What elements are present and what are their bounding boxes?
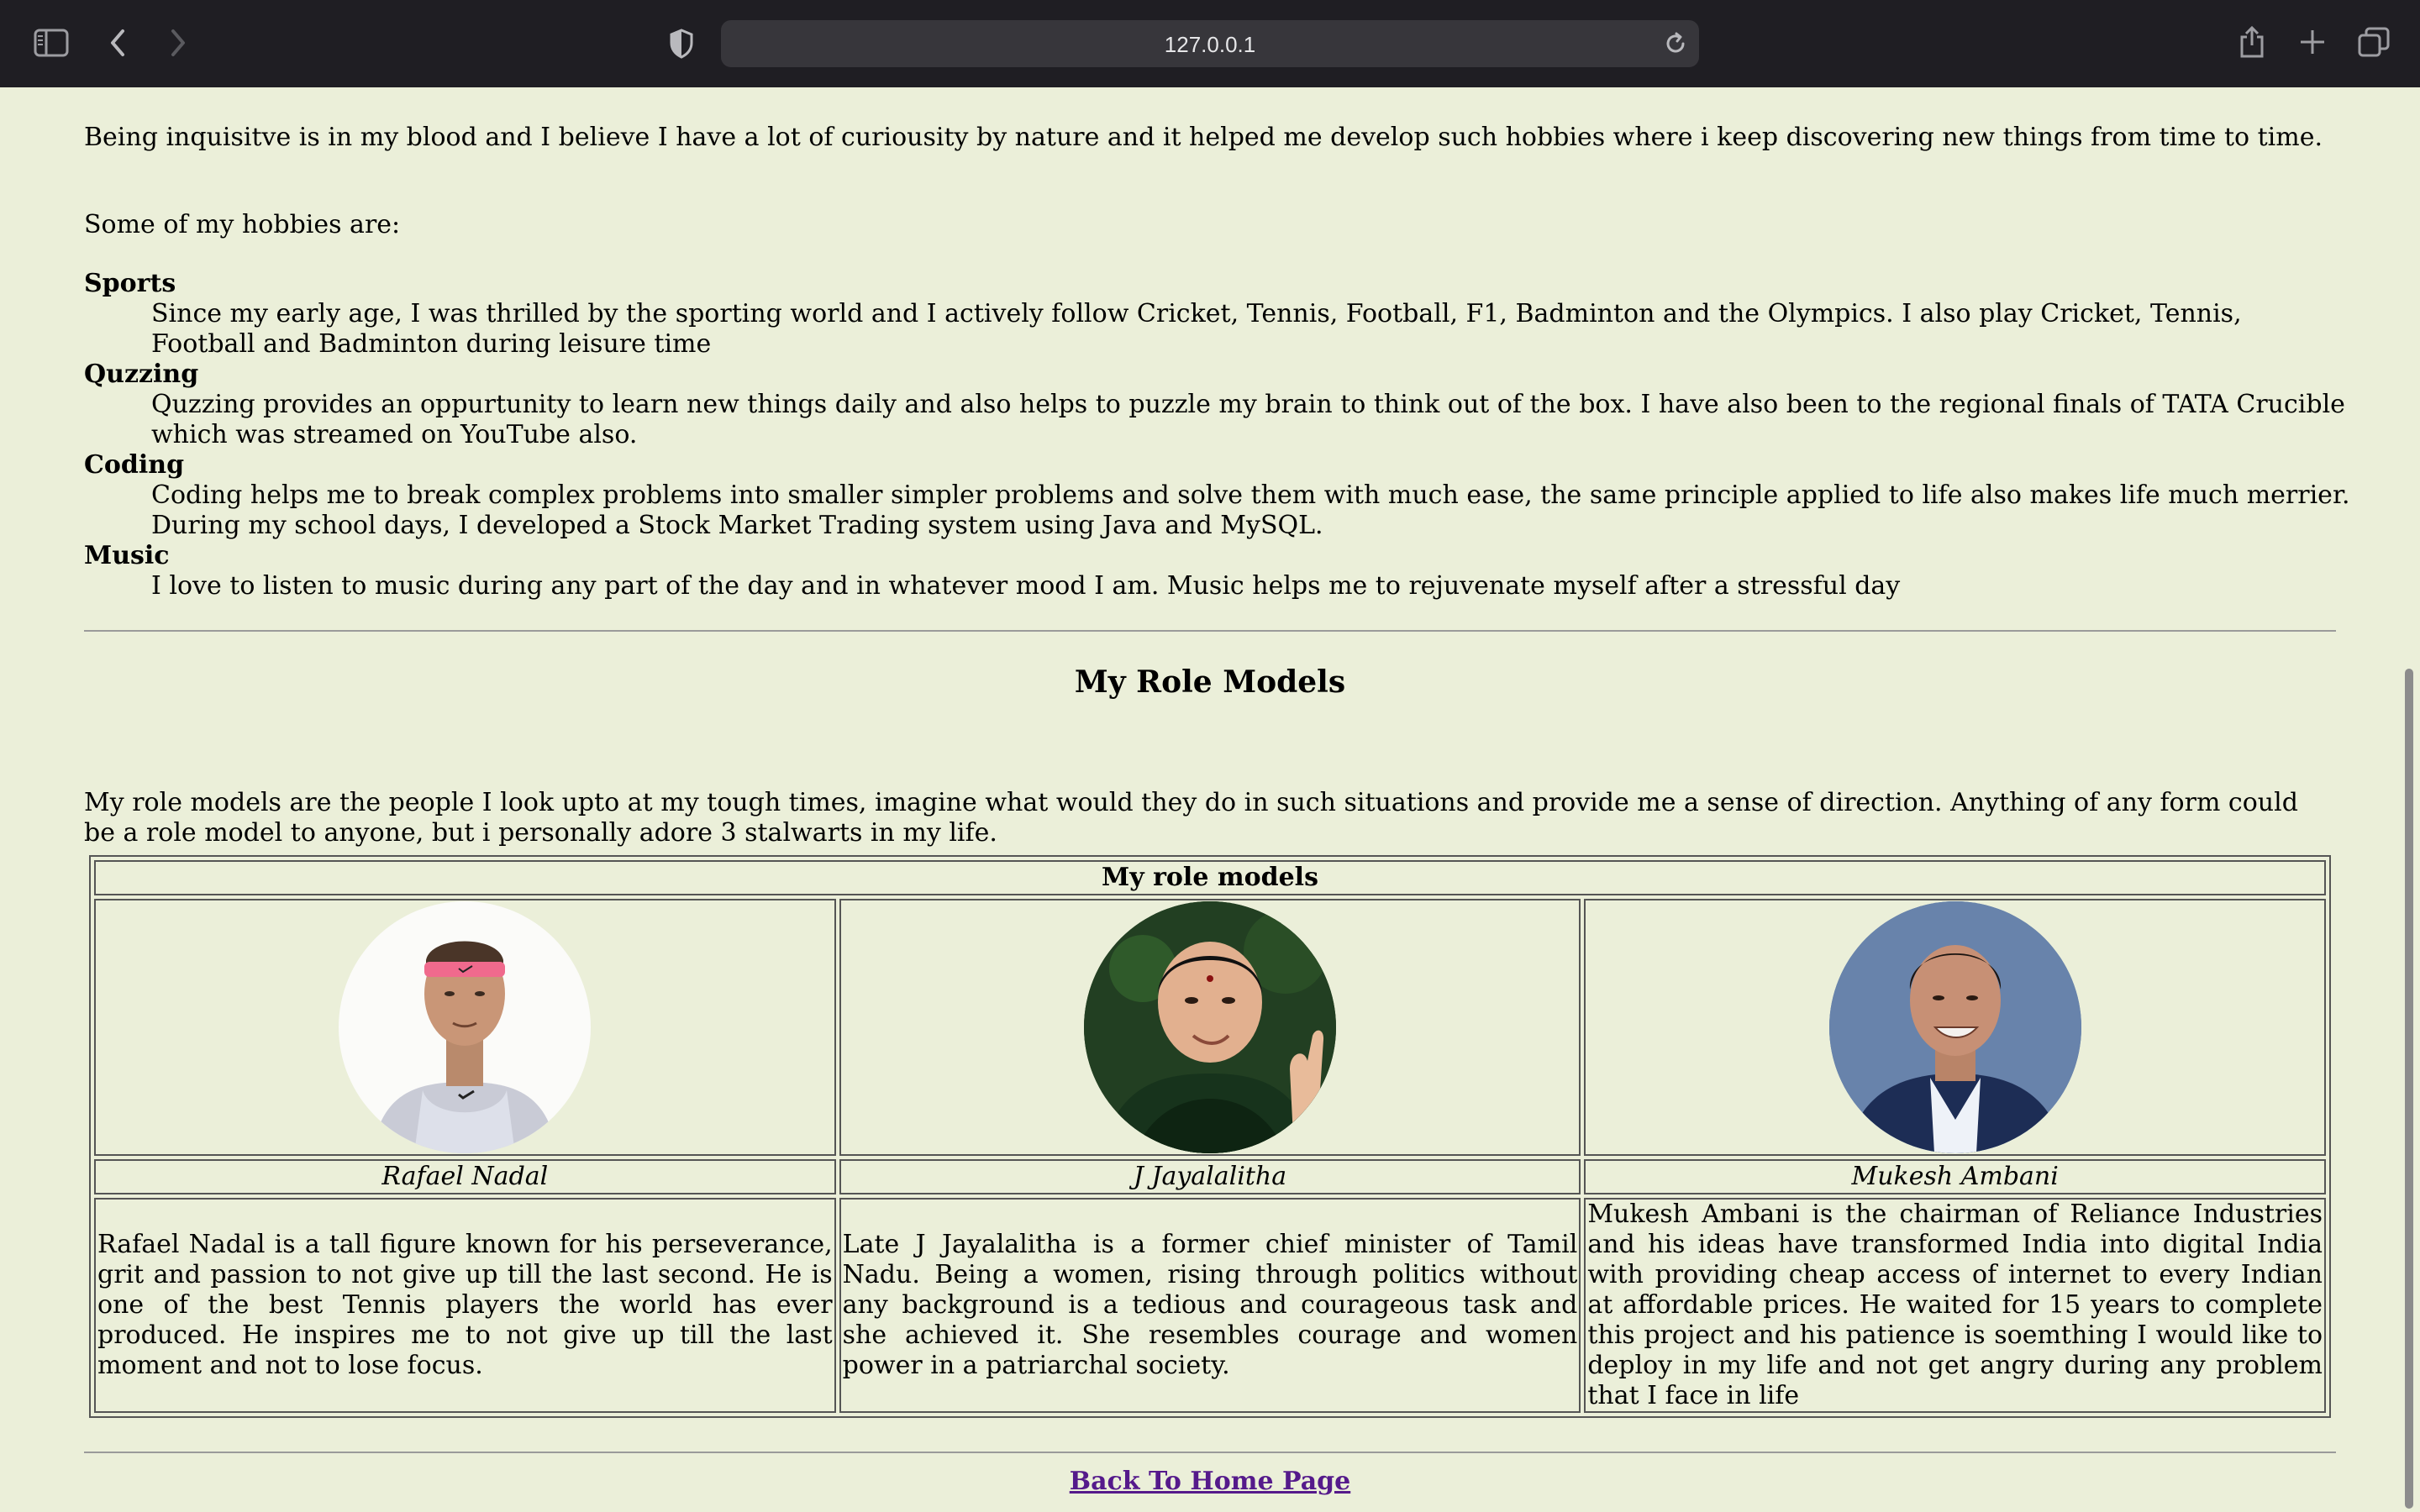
- address-bar[interactable]: 127.0.0.1: [721, 20, 1699, 67]
- rafael-nadal-photo: [339, 901, 592, 1153]
- hobby-term-music: Music: [84, 541, 170, 570]
- mukesh-ambani-photo: [1828, 901, 2081, 1153]
- privacy-shield-icon[interactable]: [669, 29, 694, 59]
- role-model-name-ambani: Mukesh Ambani: [1584, 1159, 2326, 1194]
- hobby-term-quzzing: Quzzing: [84, 360, 199, 389]
- tab-overview-icon[interactable]: [2358, 27, 2390, 57]
- browser-toolbar: 127.0.0.1: [0, 0, 2420, 87]
- hobby-term-coding: Coding: [84, 450, 185, 480]
- vertical-scrollbar[interactable]: [2405, 669, 2413, 1509]
- back-icon[interactable]: [108, 28, 128, 58]
- sidebar-icon[interactable]: [34, 29, 69, 57]
- role-model-name-jayalalitha: J Jayalalitha: [839, 1159, 1581, 1194]
- role-model-name-nadal: Rafael Nadal: [94, 1159, 836, 1194]
- role-models-heading: My Role Models: [1074, 664, 1346, 700]
- back-to-home-link[interactable]: Back To Home Page: [84, 1467, 2336, 1497]
- url-text: 127.0.0.1: [1164, 32, 1256, 57]
- table-cell: [94, 899, 836, 1156]
- forward-icon[interactable]: [168, 28, 188, 58]
- role-model-desc-jayalalitha: Late J Jayalalitha is a former chief min…: [839, 1198, 1581, 1413]
- hobby-desc-quzzing: Quzzing provides an oppurtunity to learn…: [151, 390, 2345, 449]
- hobbies-lead: Some of my hobbies are:: [84, 210, 401, 239]
- share-icon[interactable]: [2238, 25, 2265, 59]
- reload-icon[interactable]: [1664, 32, 1687, 55]
- section-divider: [84, 630, 2336, 632]
- footer-divider: [84, 1452, 2336, 1453]
- table-caption: My role models: [94, 860, 2326, 895]
- role-model-desc-nadal: Rafael Nadal is a tall figure known for …: [94, 1198, 836, 1413]
- role-models-intro: My role models are the people I look upt…: [84, 788, 2298, 848]
- j-jayalalitha-photo: [1083, 901, 1336, 1153]
- hobby-term-sports: Sports: [84, 269, 176, 298]
- intro-paragraph: Being inquisitve is in my blood and I be…: [84, 123, 2323, 152]
- new-tab-icon[interactable]: [2299, 29, 2326, 55]
- table-cell: [839, 899, 1581, 1156]
- role-models-table: My role models Rafael Nadal J Jayalalith…: [89, 855, 2331, 1418]
- table-cell: [1584, 899, 2326, 1156]
- hobby-desc-music: I love to listen to music during any par…: [151, 571, 1901, 601]
- hobby-desc-sports: Since my early age, I was thrilled by th…: [151, 299, 2242, 359]
- hobby-desc-coding: Coding helps me to break complex problem…: [151, 480, 2350, 540]
- role-model-desc-ambani: Mukesh Ambani is the chairman of Relianc…: [1584, 1198, 2326, 1413]
